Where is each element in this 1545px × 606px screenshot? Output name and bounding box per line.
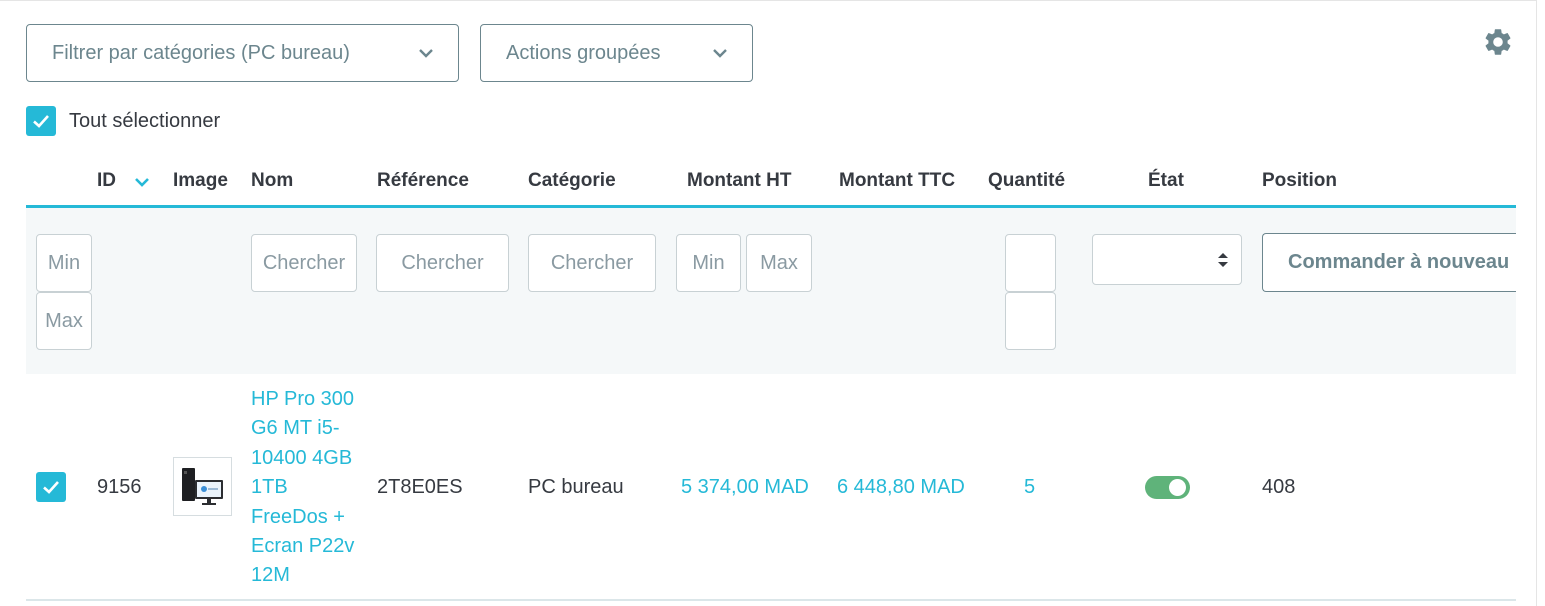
select-all-label: Tout sélectionner [69,109,221,132]
chevron-down-icon [713,49,727,58]
select-all-checkbox[interactable] [26,106,56,136]
chevron-down-icon [419,49,433,58]
bulk-actions-dropdown[interactable]: Actions groupées [480,24,753,82]
filter-id-max-input[interactable] [36,292,92,350]
product-image [182,468,223,505]
column-header-status[interactable]: État [1148,170,1184,192]
sort-desc-icon[interactable] [135,176,149,188]
column-header-category[interactable]: Catégorie [528,170,616,192]
filter-quantity-max-input[interactable] [1005,292,1056,350]
column-header-quantity[interactable]: Quantité [988,170,1065,192]
row-checkbox[interactable] [36,472,66,502]
column-header-price-ttc[interactable]: Montant TTC [839,170,955,192]
column-header-position[interactable]: Position [1262,170,1337,192]
check-icon [43,481,59,494]
toggle-knob [1169,479,1186,496]
row-category: PC bureau [528,476,624,498]
category-filter-dropdown[interactable]: Filtrer par catégories (PC bureau) [26,24,459,82]
filter-name-input[interactable] [251,234,357,292]
row-position[interactable]: 408 [1262,476,1295,499]
row-divider [26,599,1516,601]
row-id: 9156 [97,476,142,498]
select-all[interactable]: Tout sélectionner [26,106,220,136]
row-price-ttc[interactable]: 6 448,80 MAD [837,476,965,499]
select-arrows-icon [1218,253,1228,267]
bulk-actions-label: Actions groupées [506,41,661,64]
filter-quantity-min-input[interactable] [1005,234,1056,292]
filter-status-select[interactable] [1092,234,1242,285]
column-header-name[interactable]: Nom [251,170,293,192]
product-name-link[interactable]: HP Pro 300 G6 MT i5- 10400 4GB 1TB FreeD… [251,385,366,591]
filter-price-max-input[interactable] [746,234,812,292]
category-filter-label: Filtrer par catégories (PC bureau) [52,41,350,64]
status-toggle[interactable] [1145,476,1190,499]
filter-reference-input[interactable] [376,234,509,292]
column-header-id[interactable]: ID [97,170,116,192]
row-price-ht[interactable]: 5 374,00 MAD [681,476,809,499]
filter-price-min-input[interactable] [676,234,741,292]
row-reference: 2T8E0ES [377,476,463,498]
column-header-price-ht[interactable]: Montant HT [687,170,791,192]
check-icon [33,115,49,128]
filter-id-min-input[interactable] [36,234,92,292]
product-thumbnail[interactable] [173,457,232,516]
reorder-button[interactable]: Commander à nouveau [1262,233,1516,292]
gear-icon[interactable] [1482,26,1514,58]
filter-category-input[interactable] [528,234,656,292]
row-quantity[interactable]: 5 [1024,476,1035,499]
column-header-image: Image [173,170,228,191]
column-header-reference[interactable]: Référence [377,170,469,192]
